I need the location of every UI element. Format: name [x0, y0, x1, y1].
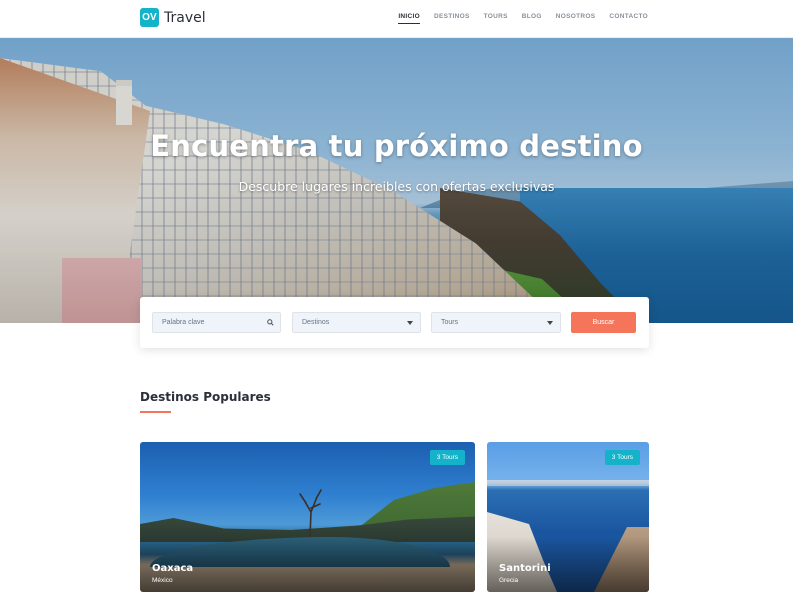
destination-card-oaxaca[interactable]: 3 Tours Oaxaca México: [140, 442, 475, 592]
destination-card-santorini[interactable]: 3 Tours Santorini Grecia: [487, 442, 649, 592]
tours-count-badge: 3 Tours: [604, 450, 640, 465]
section-title: Destinos Populares: [140, 390, 271, 404]
nav-item-blog[interactable]: BLOG: [522, 13, 542, 24]
nav-item-nosotros[interactable]: NOSOTROS: [556, 13, 596, 24]
keyword-input[interactable]: Palabra clave: [152, 312, 281, 333]
logo-mark-icon: OV: [140, 8, 159, 27]
hero-title: Encuentra tu próximo destino: [150, 129, 643, 163]
card-destination-country: México: [152, 577, 173, 584]
destinations-select[interactable]: Destinos: [292, 312, 421, 333]
nav-item-contacto[interactable]: CONTACTO: [609, 13, 648, 24]
bare-tree-icon: [299, 489, 322, 537]
top-navbar: OV Travel INICIO DESTINOS TOURS BLOG NOS…: [0, 0, 793, 38]
chevron-down-icon: [547, 321, 553, 325]
search-icon: [267, 313, 274, 332]
nav-item-inicio[interactable]: INICIO: [398, 13, 420, 24]
keyword-placeholder: Palabra clave: [162, 319, 205, 326]
hero-subtitle: Descubre lugares increibles con ofertas …: [238, 179, 555, 194]
nav-item-tours[interactable]: TOURS: [484, 13, 508, 24]
search-button[interactable]: Buscar: [571, 312, 636, 333]
logo-text: Travel: [164, 9, 206, 26]
chevron-down-icon: [407, 321, 413, 325]
hero-banner: Encuentra tu próximo destino Descubre lu…: [0, 38, 793, 323]
nav-item-destinos[interactable]: DESTINOS: [434, 13, 470, 24]
main-nav: INICIO DESTINOS TOURS BLOG NOSOTROS CONT…: [384, 13, 648, 24]
card-destination-country: Grecia: [499, 577, 519, 584]
search-panel: Palabra clave Destinos Tours Buscar: [140, 297, 649, 348]
page: OV Travel INICIO DESTINOS TOURS BLOG NOS…: [0, 0, 793, 597]
card-destination-name: Oaxaca: [152, 563, 194, 574]
tours-select[interactable]: Tours: [431, 312, 561, 333]
destinations-value: Destinos: [302, 319, 330, 326]
card-image-horizon: [487, 480, 649, 486]
card-destination-name: Santorini: [499, 563, 551, 574]
tours-value: Tours: [441, 319, 459, 326]
tours-count-badge: 3 Tours: [429, 450, 465, 465]
section-title-underline: [140, 411, 171, 413]
brand-logo[interactable]: OV Travel: [140, 8, 206, 27]
